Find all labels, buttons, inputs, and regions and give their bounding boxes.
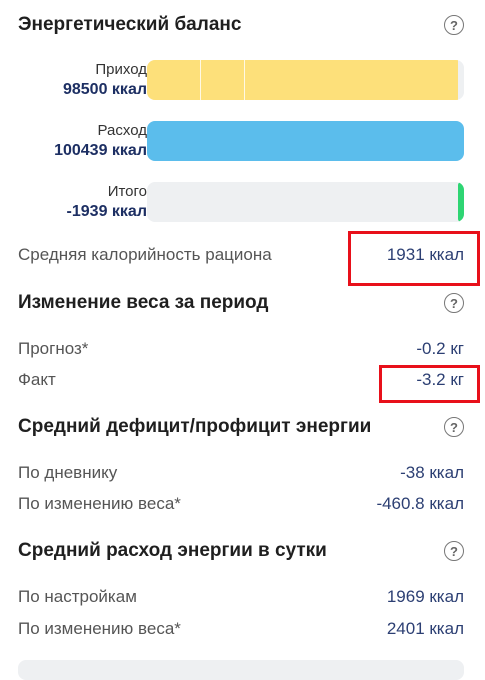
help-icon[interactable]: ?: [444, 15, 464, 35]
total-bar-track: [147, 182, 464, 222]
total-bar-fill: [458, 182, 464, 222]
energy-balance-title: Энергетический баланс: [18, 14, 242, 35]
total-label: Итого: [107, 183, 147, 200]
expenditure-by-weight-label: По изменению веса*: [18, 619, 181, 638]
total-label-group: Итого -1939 ккал: [67, 182, 147, 222]
expenditure-by-weight-value: 2401 ккал: [386, 619, 464, 638]
next-card: [18, 660, 464, 680]
highlight-box: [379, 365, 480, 403]
settings-label: По настройкам: [18, 587, 137, 606]
avg-deficit-title: Средний дефицит/профицит энергии: [18, 416, 372, 437]
income-value: 98500 ккал: [62, 81, 147, 98]
expense-label: Расход: [97, 122, 147, 139]
diary-label: По дневнику: [18, 463, 118, 482]
help-icon[interactable]: ?: [444, 293, 464, 313]
income-label: Приход: [95, 61, 147, 78]
income-bar-fill: [147, 60, 458, 100]
help-icon[interactable]: ?: [444, 417, 464, 437]
expense-value: 100439 ккал: [54, 142, 147, 159]
avg-calorie-label: Средняя калорийность рациона: [18, 245, 272, 264]
forecast-value: -0.2 кг: [416, 339, 464, 358]
avg-expenditure-title: Средний расход энергии в сутки: [18, 540, 327, 561]
deficit-by-weight-value: -460.8 ккал: [376, 494, 464, 513]
total-value: -1939 ккал: [66, 203, 147, 220]
fact-label: Факт: [18, 370, 56, 389]
weight-change-title: Изменение веса за период: [18, 292, 269, 313]
diary-value: -38 ккал: [400, 463, 464, 482]
deficit-by-weight-label: По изменению веса*: [18, 494, 181, 513]
income-bar-track: [147, 60, 464, 100]
highlight-box: [348, 231, 480, 286]
help-icon[interactable]: ?: [444, 541, 464, 561]
expense-bar-fill: [147, 121, 464, 161]
expense-bar-track: [147, 121, 464, 161]
settings-value: 1969 ккал: [386, 587, 464, 606]
forecast-label: Прогноз*: [18, 339, 89, 358]
income-label-group: Приход 98500 ккал: [63, 60, 147, 100]
expense-label-group: Расход 100439 ккал: [54, 121, 147, 161]
